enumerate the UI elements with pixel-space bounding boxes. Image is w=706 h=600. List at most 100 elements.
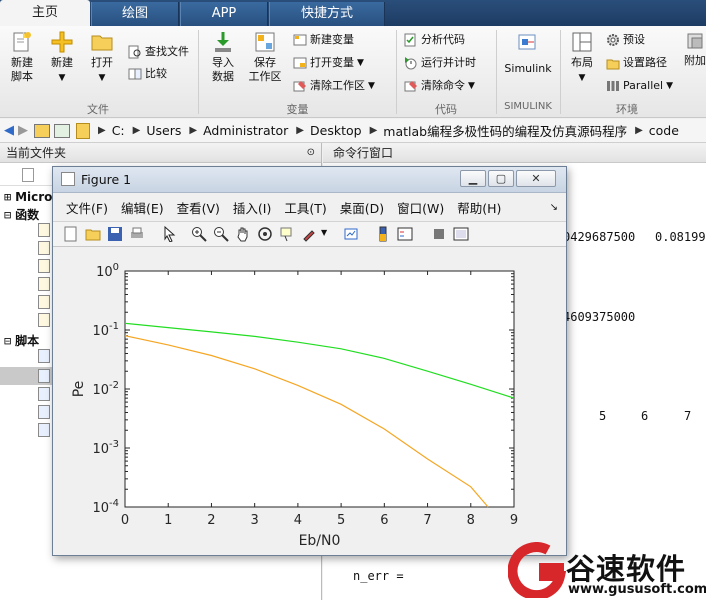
script-file-icon[interactable]	[38, 423, 50, 437]
parallel-button[interactable]: Parallel ▼	[606, 76, 673, 96]
new-figure-icon[interactable]	[63, 226, 79, 242]
y-tick-label: 10-1	[92, 321, 119, 339]
function-file-icon[interactable]	[38, 295, 50, 309]
clear-commands-button[interactable]: 清除命令 ▼	[404, 76, 475, 96]
import-data-button[interactable]: 导入 数据	[203, 30, 243, 84]
breadcrumb-2[interactable]: Administrator	[203, 123, 288, 138]
tab-plots[interactable]: 绘图	[91, 2, 179, 26]
chevron-down-icon[interactable]: ▼	[321, 228, 327, 237]
data-cursor-icon[interactable]	[279, 226, 295, 242]
compare-button[interactable]: 比较	[128, 64, 167, 84]
layout-button[interactable]: 布局 ▼	[562, 30, 602, 85]
menu-window[interactable]: 窗口(W)	[397, 198, 444, 217]
link-plot-icon[interactable]	[343, 226, 359, 242]
open-variable-button[interactable]: 打开变量 ▼	[293, 53, 364, 73]
save-icon[interactable]	[107, 226, 123, 242]
tree-row-micro[interactable]: ⊞ Micro	[4, 189, 52, 205]
addons-button[interactable]: 附加	[684, 30, 706, 68]
tab-shortcuts[interactable]: 快捷方式	[269, 2, 385, 26]
set-path-label: 设置路径	[623, 56, 667, 69]
menu-edit[interactable]: 编辑(E)	[121, 198, 164, 217]
colorbar-icon[interactable]	[375, 226, 391, 242]
selected-row[interactable]	[0, 367, 60, 385]
analyze-code-button[interactable]: 分析代码	[404, 30, 465, 50]
x-tick-label: 6	[380, 513, 388, 528]
show-plot-tools-icon[interactable]	[453, 226, 469, 242]
minimize-button[interactable]: ▁	[460, 170, 486, 187]
panel-menu-icon[interactable]: ⊙	[307, 143, 315, 163]
save-workspace-button[interactable]: 保存 工作区	[245, 30, 285, 84]
script-file-icon[interactable]	[38, 387, 50, 401]
figure-canvas[interactable]: 0 1 2 3 4 5 6 7 8 9 100 10-1 10-2 10-3 10-4 Eb/N0 Pe	[59, 249, 559, 549]
new-variable-button[interactable]: 新建变量	[293, 30, 354, 50]
pan-hand-icon[interactable]	[235, 226, 251, 242]
new-variable-label: 新建变量	[310, 33, 354, 46]
new-button[interactable]: 新建 ▼	[42, 30, 82, 85]
chevron-right-icon: ▶	[189, 125, 198, 136]
hide-plot-tools-icon[interactable]	[431, 226, 447, 242]
function-file-icon[interactable]	[38, 241, 50, 255]
run-and-time-icon	[405, 57, 417, 70]
menu-insert[interactable]: 插入(I)	[233, 198, 271, 217]
breadcrumb-0[interactable]: C:	[112, 123, 125, 138]
script-file-icon[interactable]	[38, 349, 50, 363]
gear-icon	[607, 34, 619, 46]
simulink-button[interactable]: Simulink	[500, 30, 556, 76]
file-header-icon	[22, 168, 34, 182]
new-script-label-1: 新建	[11, 56, 33, 69]
y-tick-label: 10-3	[92, 439, 119, 457]
group-simulink-label: SIMULINK	[504, 101, 552, 112]
dock-arrow-icon[interactable]: ↘	[550, 202, 558, 213]
tab-home[interactable]: 主页	[0, 0, 90, 26]
legend-icon[interactable]	[397, 226, 413, 242]
figure-window[interactable]: Figure 1 ▁ ▢ ✕ 文件(F) 编辑(E) 查看(V) 插入(I) 工…	[52, 166, 567, 556]
breadcrumb-3[interactable]: Desktop	[310, 123, 362, 138]
maximize-button[interactable]: ▢	[488, 170, 514, 187]
menu-file[interactable]: 文件(F)	[66, 198, 108, 217]
pointer-icon[interactable]	[161, 226, 177, 242]
forward-arrow-icon[interactable]: ▶	[18, 123, 28, 138]
tree-row-scripts[interactable]: ⊟ 脚本	[4, 333, 39, 349]
menu-desktop[interactable]: 桌面(D)	[340, 198, 384, 217]
function-file-icon[interactable]	[38, 259, 50, 273]
breadcrumb-5[interactable]: code	[649, 123, 679, 138]
script-file-icon[interactable]	[38, 369, 50, 383]
run-and-time-label: 运行并计时	[421, 56, 476, 69]
function-file-icon[interactable]	[38, 223, 50, 237]
up-folder-icon[interactable]	[34, 123, 50, 138]
simulink-icon	[518, 34, 536, 50]
breadcrumb-1[interactable]: Users	[146, 123, 181, 138]
zoom-in-icon[interactable]	[191, 226, 207, 242]
save-workspace-icon	[255, 32, 275, 52]
zoom-out-icon[interactable]	[213, 226, 229, 242]
menu-help[interactable]: 帮助(H)	[457, 198, 501, 217]
preferences-button[interactable]: 预设	[606, 30, 645, 50]
tab-apps[interactable]: APP	[180, 2, 268, 26]
addons-icon	[687, 33, 703, 49]
new-script-button[interactable]: 新建 脚本	[2, 30, 42, 84]
find-files-button[interactable]: 查找文件	[128, 42, 189, 62]
back-arrow-icon[interactable]: ◀	[4, 123, 14, 138]
figure-titlebar[interactable]: Figure 1 ▁ ▢ ✕	[53, 167, 566, 193]
current-folder-title: 当前文件夹	[6, 146, 67, 160]
function-file-icon[interactable]	[38, 277, 50, 291]
script-file-icon[interactable]	[38, 405, 50, 419]
parallel-label: Parallel	[623, 79, 664, 92]
run-and-time-button[interactable]: 运行并计时	[404, 53, 476, 73]
open-button[interactable]: 打开 ▼	[82, 30, 122, 85]
brush-icon[interactable]	[301, 226, 317, 242]
menu-view[interactable]: 查看(V)	[177, 198, 220, 217]
clear-workspace-button[interactable]: 清除工作区 ▼	[293, 76, 375, 96]
close-button[interactable]: ✕	[516, 170, 556, 187]
function-file-icon[interactable]	[38, 313, 50, 327]
set-path-button[interactable]: 设置路径	[606, 53, 667, 73]
rotate-3d-icon[interactable]	[257, 226, 273, 242]
browse-folder-icon[interactable]	[54, 123, 70, 138]
open-file-icon[interactable]	[85, 226, 101, 242]
breadcrumb-4[interactable]: matlab编程多极性码的编程及仿真源码程序	[383, 121, 627, 140]
print-icon[interactable]	[129, 226, 145, 242]
menu-tools[interactable]: 工具(T)	[284, 198, 326, 217]
group-variable-label: 变量	[286, 103, 309, 116]
find-files-icon	[128, 45, 141, 59]
tree-row-functions[interactable]: ⊟ 函数	[4, 207, 39, 223]
